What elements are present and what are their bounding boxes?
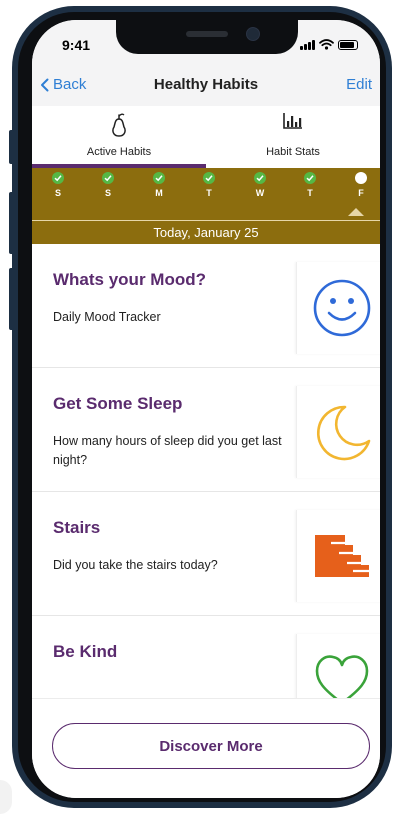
habit-title: Whats your Mood? [53,270,206,289]
check-icon [102,172,114,184]
tab-habit-stats[interactable]: Habit Stats [206,110,380,168]
habit-description: How many hours of sleep did you get last… [53,434,282,467]
day-monday[interactable]: M [149,172,169,216]
day-letter: W [255,188,265,198]
stairs-icon [296,510,380,602]
day-letter: S [104,188,111,198]
crescent-moon-icon [296,386,380,478]
tab-label: Habit Stats [266,146,320,158]
smiley-face-icon [296,262,380,354]
volume-down-button [9,268,14,330]
habit-description: Did you take the stairs today? [53,558,218,572]
back-label: Back [53,76,87,93]
front-camera [246,27,260,41]
habit-card-mood[interactable]: Whats your Mood? Daily Mood Tracker [32,244,380,368]
chevron-left-icon [41,78,49,91]
volume-up-button [9,192,14,254]
day-tuesday[interactable]: T [199,172,219,216]
habit-description: Daily Mood Tracker [53,310,161,324]
tab-label: Active Habits [86,146,152,158]
day-saturday[interactable]: S [98,172,118,216]
date-bar: Today, January 25 [32,220,380,244]
segment-tab-bar: Active Habits Habit Stats [32,110,380,169]
selected-day-caret [348,208,364,216]
bottom-action-area: Discover More [32,698,380,798]
check-icon [254,172,266,184]
pear-icon [32,112,206,138]
tab-active-habits[interactable]: Active Habits [32,110,206,168]
habit-card-sleep[interactable]: Get Some Sleep How many hours of sleep d… [32,368,380,492]
habit-card-stairs[interactable]: Stairs Did you take the stairs today? [32,492,380,616]
navigation-bar: Back Healthy Habits Edit [32,64,380,106]
day-letter: S [54,188,61,198]
week-progress-bar: S S M T W T F [32,168,380,220]
phone-screen: 9:41 Back Healthy Habits Edit Active Hab… [32,20,380,798]
today-dot-icon [355,172,367,184]
day-letter: T [206,188,212,198]
cellular-signal-icon [300,40,315,50]
battery-icon [338,40,358,50]
back-button[interactable]: Back [40,76,86,93]
day-wednesday[interactable]: W [250,172,270,216]
habit-title: Stairs [53,518,101,537]
habit-title: Get Some Sleep [53,394,183,413]
speaker-grille [186,31,228,37]
current-date: Today, January 25 [153,225,259,240]
status-time: 9:41 [62,37,91,53]
check-icon [153,172,165,184]
day-letter: M [155,188,163,198]
day-sunday[interactable]: S [48,172,68,216]
notch [116,20,298,54]
check-icon [304,172,316,184]
day-letter: T [307,188,313,198]
background-shape [0,780,12,814]
habit-title: Be Kind [53,642,118,661]
day-thursday[interactable]: T [300,172,320,216]
bar-chart-icon [206,112,380,130]
check-icon [203,172,215,184]
discover-more-button[interactable]: Discover More [52,723,370,769]
status-icons [300,39,358,50]
mute-switch [9,130,14,164]
wifi-icon [319,39,334,50]
day-letter: F [358,188,364,198]
habit-list: Whats your Mood? Daily Mood Tracker Get … [32,244,380,722]
check-icon [52,172,64,184]
edit-button[interactable]: Edit [346,76,372,93]
